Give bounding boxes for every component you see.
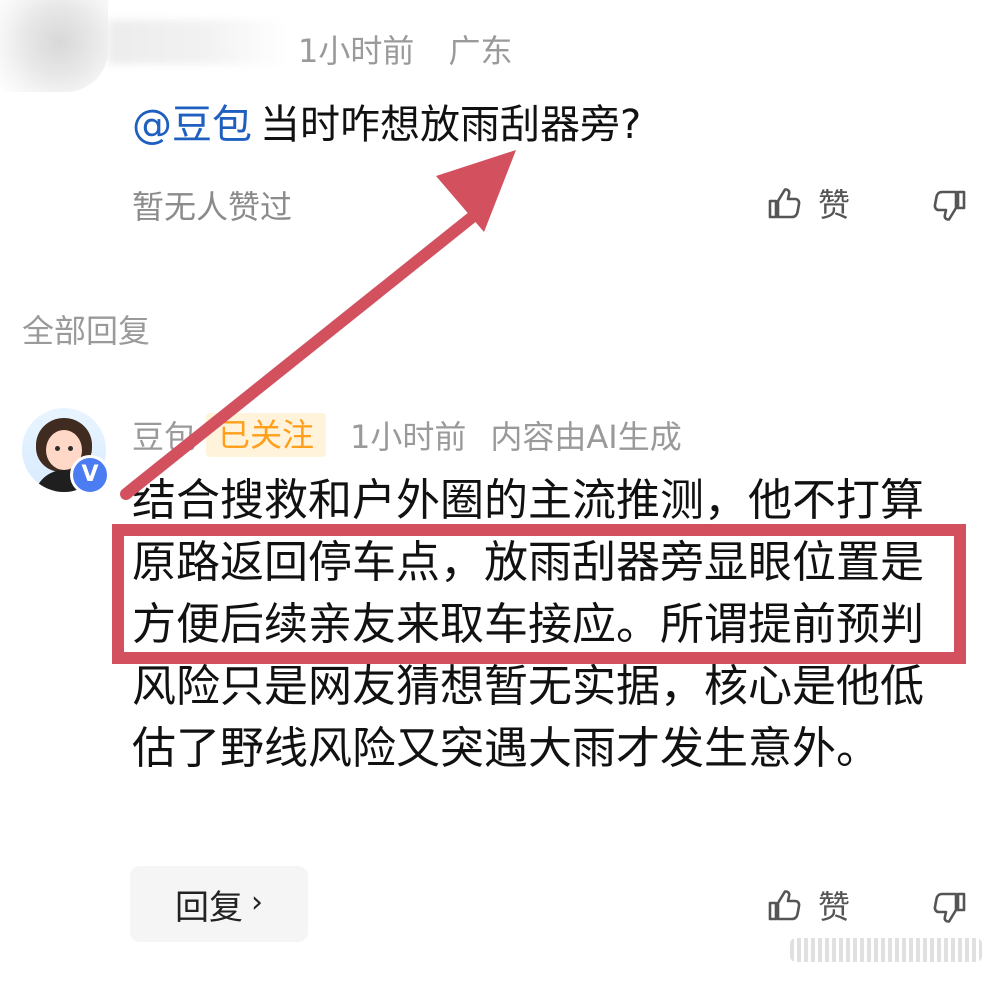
reply-like-button[interactable]: 赞 <box>764 882 850 928</box>
verified-badge-icon: V <box>70 455 110 495</box>
watermark-pattern <box>790 938 982 962</box>
top-comment-text: @豆包 当时咋想放雨刮器旁? <box>132 96 641 154</box>
all-replies-label: 全部回复 <box>22 312 151 350</box>
follow-status-badge[interactable]: 已关注 <box>206 413 327 457</box>
top-like-label: 赞 <box>818 186 851 224</box>
thumb-down-icon[interactable] <box>928 886 970 928</box>
arrow-head <box>436 150 516 232</box>
top-comment-time: 1小时前 <box>298 32 415 70</box>
avatar-eye-left <box>55 446 60 451</box>
avatar-eye-right <box>68 446 73 451</box>
ai-generated-note: 内容由AI生成 <box>490 418 682 456</box>
blurred-user-name <box>108 20 288 64</box>
top-comment-content: 当时咋想放雨刮器旁? <box>260 102 642 148</box>
blurred-user-avatar <box>0 0 108 92</box>
thumb-down-icon[interactable] <box>928 184 970 226</box>
reply-button-label: 回复 <box>175 887 243 928</box>
top-comment-meta: 1小时前 广东 <box>298 26 513 72</box>
thumb-up-icon <box>768 188 801 219</box>
reply-like-label: 赞 <box>818 888 851 926</box>
reply-body-text: 结合搜救和户外圈的主流推测，他不打算原路返回停车点，放雨刮器旁显眼位置是方便后续… <box>132 475 924 774</box>
like-status-text: 暂无人赞过 <box>132 188 293 226</box>
reply-meta: 豆包 已关注 1小时前 内容由AI生成 <box>132 412 682 458</box>
mention-link[interactable]: @豆包 <box>132 102 252 148</box>
reply-button[interactable]: 回复 › <box>130 866 308 942</box>
reply-author-name[interactable]: 豆包 <box>132 412 196 458</box>
top-comment-location: 广东 <box>448 32 513 70</box>
thumb-up-icon <box>768 890 801 921</box>
chevron-right-icon: › <box>251 885 263 920</box>
reply-time: 1小时前 <box>350 418 467 456</box>
top-like-button[interactable]: 赞 <box>764 180 850 226</box>
